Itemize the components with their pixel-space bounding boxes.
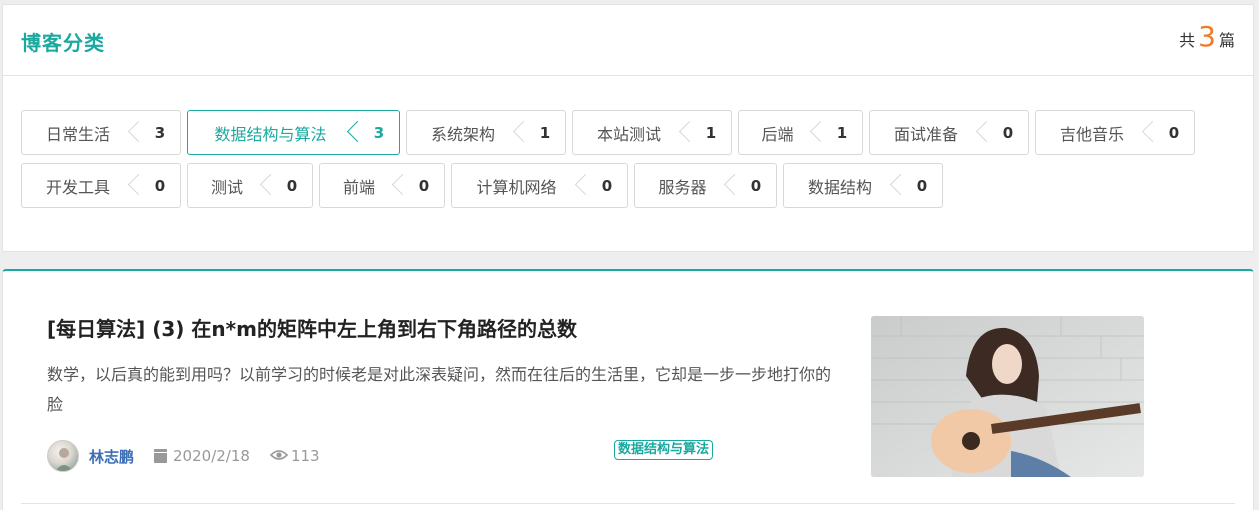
- guitar-girl-photo: [871, 316, 1144, 477]
- article-thumbnail[interactable]: [871, 316, 1144, 477]
- category-tag-name: 计算机网络: [476, 177, 557, 197]
- category-tag[interactable]: 服务器 0: [634, 163, 777, 208]
- total-prefix: 共: [1179, 31, 1196, 50]
- category-tag-name: 面试准备: [893, 124, 958, 144]
- category-tag-name: 测试: [210, 177, 243, 197]
- total-number: 3: [1198, 20, 1216, 53]
- article-summary: 数学，以后真的能到用吗？以前学习的时候老是对此深表疑问，然而在往后的生活里，它却…: [47, 365, 832, 414]
- category-tag-name: 前端: [342, 177, 375, 197]
- article-date: 2020/2/18: [173, 447, 250, 465]
- article-card: [每日算法] (3) 在n*m的矩阵中左上角到右下角路径的总数 数学，以后真的能…: [2, 269, 1254, 510]
- article-meta: 林志鹏 2020/2/18 113: [47, 439, 320, 473]
- author-link[interactable]: 林志鹏: [89, 446, 134, 467]
- category-tag[interactable]: 后端 1: [738, 110, 863, 155]
- category-tag-name: 数据结构: [807, 177, 872, 197]
- category-tag[interactable]: 数据结构 0: [783, 163, 943, 208]
- total-count: 共 3 篇: [1179, 23, 1235, 51]
- tag-separator: [890, 163, 902, 208]
- tag-separator: [976, 110, 988, 155]
- category-tag[interactable]: 吉他音乐 0: [1035, 110, 1195, 155]
- category-tag-name: 服务器: [658, 177, 707, 197]
- category-tag[interactable]: 面试准备 0: [869, 110, 1029, 155]
- tag-separator: [260, 163, 272, 208]
- avatar-image: [55, 448, 73, 471]
- tag-separator: [513, 110, 525, 155]
- category-tag[interactable]: 前端 0: [319, 163, 445, 208]
- tag-separator: [679, 110, 691, 155]
- category-tag-name: 系统架构: [430, 124, 495, 144]
- category-tag-name: 开发工具: [45, 177, 110, 197]
- category-tag[interactable]: 本站测试 1: [572, 110, 732, 155]
- category-header: 博客分类 共 3 篇: [3, 5, 1253, 76]
- category-tag-name: 吉他音乐: [1059, 124, 1124, 144]
- tag-separator: [128, 163, 140, 208]
- category-tag[interactable]: 计算机网络 0: [451, 163, 628, 208]
- category-title: 博客分类: [21, 31, 105, 55]
- tag-separator: [575, 163, 587, 208]
- category-tag-active[interactable]: 数据结构与算法 3: [187, 110, 400, 155]
- article-divider: [21, 503, 1235, 504]
- tag-separator: [392, 163, 404, 208]
- tag-separator: [810, 110, 822, 155]
- calendar-icon: [154, 449, 168, 463]
- tag-separator: [724, 163, 736, 208]
- tag-separator: [1142, 110, 1154, 155]
- author-avatar[interactable]: [47, 440, 79, 472]
- category-tag-name: 数据结构与算法: [214, 124, 327, 144]
- total-suffix: 篇: [1218, 31, 1235, 50]
- category-tag-name: 本站测试: [596, 124, 661, 144]
- category-tag-name: 日常生活: [45, 124, 110, 144]
- category-tag-name: 后端: [761, 124, 794, 144]
- category-tag[interactable]: 日常生活 3: [21, 110, 181, 155]
- view-count: 113: [290, 447, 320, 465]
- article-title[interactable]: [每日算法] (3) 在n*m的矩阵中左上角到右下角路径的总数: [47, 313, 577, 342]
- category-tag[interactable]: 开发工具 0: [21, 163, 181, 208]
- tag-separator: [347, 110, 359, 155]
- category-tag[interactable]: 测试 0: [187, 163, 313, 208]
- category-tag[interactable]: 系统架构 1: [406, 110, 566, 155]
- eye-icon: [269, 447, 289, 465]
- category-panel: 博客分类 共 3 篇 日常生活 3 数据结构与算法 3 系统架构 1 本站测试 …: [2, 4, 1254, 252]
- tag-separator: [128, 110, 140, 155]
- article-category-tag[interactable]: 数据结构与算法: [614, 440, 714, 460]
